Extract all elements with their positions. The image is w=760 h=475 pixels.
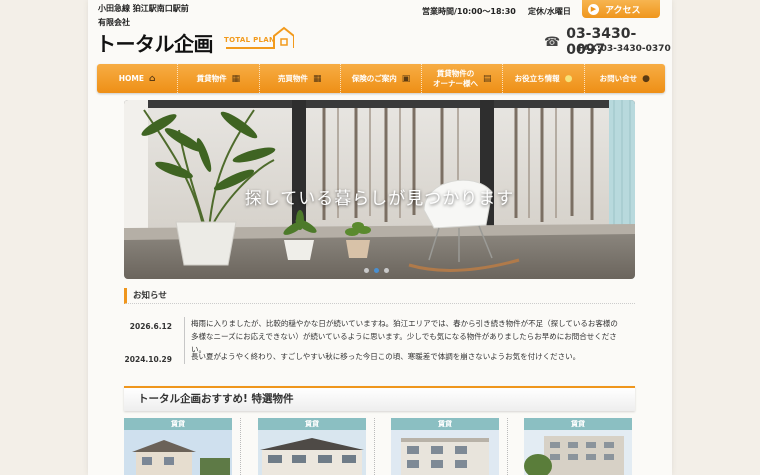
slider-dot-active[interactable]: [374, 268, 379, 273]
card-divider: [240, 418, 241, 475]
access-button[interactable]: ▶ アクセス: [582, 0, 660, 18]
slider-dot[interactable]: [384, 268, 389, 273]
property-tag: 賃貸: [124, 418, 232, 430]
nav-rental-label: 賃貸物件: [196, 73, 227, 83]
news-text: 長い夏がようやく終わり、すごしやすい秋に移った今日この頃、寒暖差で体調を崩さない…: [184, 350, 624, 364]
telephone-icon: ☎: [544, 34, 561, 50]
hero-slider[interactable]: 探している暮らしが見つかります: [124, 100, 635, 279]
document-icon: ▤: [483, 73, 492, 84]
slider-dot[interactable]: [364, 268, 369, 273]
property-card[interactable]: 賃貸: [258, 418, 366, 475]
slider-dots: [364, 268, 389, 273]
property-card[interactable]: 賃貸: [524, 418, 632, 475]
building-icon: ▦: [231, 73, 241, 84]
chat-bubble-icon: ●: [642, 73, 650, 84]
company-prefix: 有限会社: [98, 18, 130, 27]
property-tag: 賃貸: [524, 418, 632, 430]
arrow-right-icon: ▶: [588, 3, 599, 15]
nav-useful-info-label: お役立ち情報: [514, 73, 560, 83]
nav-owners[interactable]: 賃貸物件の オーナー様へ ▤: [422, 64, 504, 93]
building-icon: ▦: [312, 73, 322, 84]
holiday-info: 定休/水曜日: [528, 7, 571, 16]
nav-rental[interactable]: 賃貸物件 ▦: [178, 64, 260, 93]
property-card[interactable]: 賃貸: [124, 418, 232, 475]
nav-home-label: HOME: [118, 73, 145, 83]
property-tag: 賃貸: [258, 418, 366, 430]
lightbulb-icon: ●: [564, 73, 573, 84]
briefcase-icon: ▣: [401, 73, 411, 84]
main-navigation: HOME ⌂ 賃貸物件 ▦ 売買物件 ▦ 保険のご案内 ▣ 賃貸物件の オーナー…: [97, 64, 665, 93]
station-info: 小田急線 狛江駅南口駅前: [98, 4, 189, 13]
nav-useful-info[interactable]: お役立ち情報 ●: [503, 64, 585, 93]
access-label: アクセス: [605, 5, 641, 16]
property-card[interactable]: 賃貸: [391, 418, 499, 475]
news-item: 2024.10.29 長い夏がようやく終わり、すごしやすい秋に移った今日この頃、…: [124, 350, 635, 364]
home-icon: ⌂: [149, 73, 156, 84]
news-heading: お知らせ: [124, 288, 635, 304]
business-hours: 営業時間/10:00〜18:30: [422, 7, 516, 16]
company-logo-text[interactable]: トータル企画: [96, 28, 214, 57]
nav-contact-label: お問い合せ: [599, 73, 638, 83]
card-divider: [507, 418, 508, 475]
nav-sale-label: 売買物件: [277, 73, 308, 83]
card-divider: [374, 418, 375, 475]
property-photo: [124, 430, 232, 475]
featured-heading: トータル企画おすすめ! 特選物件: [124, 386, 635, 411]
property-photo: [524, 430, 632, 475]
fax-number: FAX:03-3430-0370: [578, 44, 671, 54]
logo-mark-text: TOTAL PLAN: [224, 36, 276, 44]
property-photo: [258, 430, 366, 475]
news-date: 2024.10.29: [124, 355, 172, 364]
nav-insurance-label: 保険のご案内: [351, 73, 397, 83]
nav-contact[interactable]: お問い合せ ●: [585, 64, 665, 93]
property-tag: 賃貸: [391, 418, 499, 430]
hero-caption: 探している暮らしが見つかります: [244, 189, 515, 209]
property-photo: [391, 430, 499, 475]
nav-insurance[interactable]: 保険のご案内 ▣: [341, 64, 423, 93]
page-container: 小田急線 狛江駅南口駅前 有限会社 トータル企画 TOTAL PLAN 営業時間…: [88, 0, 672, 475]
nav-sale[interactable]: 売買物件 ▦: [260, 64, 341, 93]
nav-owners-label: 賃貸物件の オーナー様へ: [433, 68, 478, 88]
nav-home[interactable]: HOME ⌂: [97, 64, 179, 93]
